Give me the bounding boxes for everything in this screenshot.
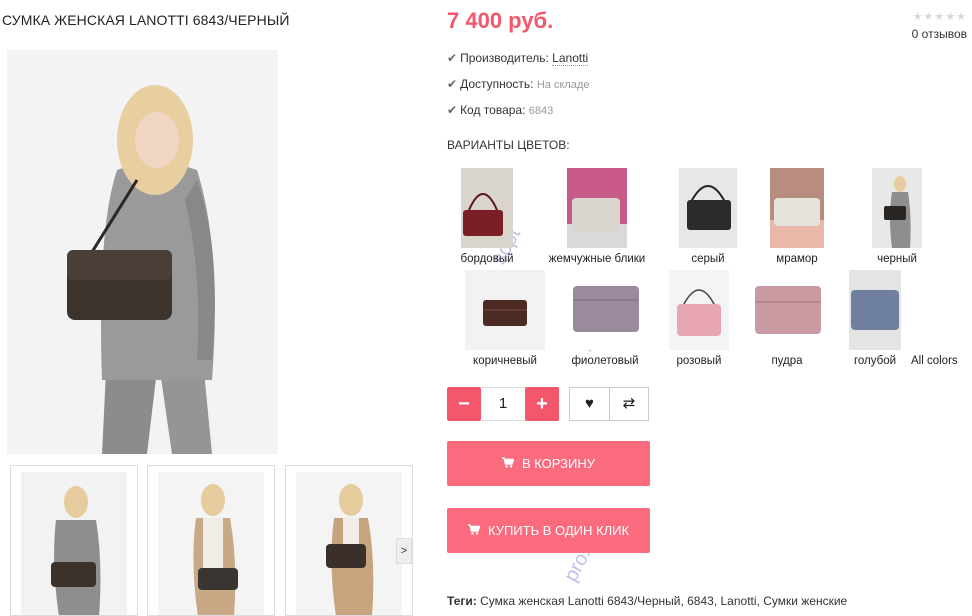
tags-value[interactable]: Сумка женская Lanotti 6843/Черный, 6843,…: [480, 594, 847, 608]
variant-image: [565, 270, 645, 350]
spec-label: Доступность:: [460, 77, 534, 91]
quantity-input[interactable]: 1: [481, 387, 525, 421]
variant-image: [679, 168, 737, 248]
product-price: 7 400 руб.: [447, 8, 554, 33]
main-product-image[interactable]: [7, 50, 278, 454]
thumbnail-carousel: [10, 465, 415, 616]
check-icon: ✔: [447, 51, 458, 65]
all-colors-link[interactable]: All colors: [911, 355, 958, 367]
variant-image: [465, 270, 545, 350]
availability-value: На складе: [536, 79, 590, 91]
manufacturer-link[interactable]: Lanotti: [552, 51, 589, 66]
variant-thumbnail: [461, 168, 513, 248]
thumbnail-2[interactable]: [147, 465, 275, 616]
variant-image: [872, 168, 922, 248]
variant-thumbnail: [770, 168, 824, 248]
quantity-decrease-button[interactable]: −: [447, 387, 481, 421]
check-icon: ✔: [447, 77, 458, 91]
variant-image: [669, 270, 729, 350]
thumbnail-next-button[interactable]: >: [396, 538, 412, 564]
variant-thumbnail: [872, 168, 922, 248]
product-tags: Теги: Сумка женская Lanotti 6843/Черный,…: [447, 594, 847, 608]
variant-label: бордовый: [460, 253, 514, 265]
variant-image: [567, 168, 627, 248]
variant-thumbnail: [567, 168, 627, 248]
variant-thumbnail: [669, 270, 729, 350]
variant-image: [770, 168, 824, 248]
thumbnail-image: [21, 472, 127, 615]
buy-one-click-button[interactable]: КУПИТЬ В ОДИН КЛИК: [447, 508, 650, 553]
thumbnail-image: [296, 472, 402, 615]
thumbnail-1[interactable]: [10, 465, 138, 616]
cart-icon: [467, 509, 481, 554]
variant-label: черный: [877, 253, 917, 265]
color-variant-chernyi[interactable]: черный: [837, 168, 957, 268]
color-variants-heading: ВАРИАНТЫ ЦВЕТОВ:: [447, 138, 570, 152]
add-to-cart-label: В КОРЗИНУ: [521, 456, 596, 471]
spec-label: Производитель:: [460, 51, 549, 65]
spec-code: ✔ Код товара: 6843: [447, 102, 590, 128]
rating-block: ★★★★★ 0 отзывов: [912, 10, 967, 41]
check-icon: ✔: [447, 103, 458, 117]
thumbnail-3[interactable]: [285, 465, 413, 616]
variant-thumbnail: [465, 270, 545, 350]
variant-thumbnail: [849, 270, 901, 350]
buy-one-click-label: КУПИТЬ В ОДИН КЛИК: [487, 523, 630, 538]
quantity-stepper: − 1 +: [447, 387, 559, 421]
variant-image: [461, 168, 513, 248]
color-variant-bordovyi[interactable]: бордовый: [427, 168, 547, 268]
variant-label: жемчужные блики: [548, 253, 646, 265]
product-code-value: 6843: [528, 105, 554, 117]
rating-stars[interactable]: ★★★★★: [912, 10, 967, 23]
variant-thumbnail: [679, 168, 737, 248]
cart-icon: [501, 442, 515, 487]
tags-label: Теги:: [447, 594, 477, 608]
quantity-increase-button[interactable]: +: [525, 387, 559, 421]
color-variant-zhemchuzhnye-bliki[interactable]: жемчужные блики: [537, 168, 657, 268]
spec-label: Код товара:: [460, 103, 526, 117]
spec-availability: ✔ Доступность: На складе: [447, 76, 590, 102]
thumbnail-image: [158, 472, 264, 615]
spec-manufacturer: ✔ Производитель: Lanotti: [447, 50, 590, 76]
product-specs: ✔ Производитель: Lanotti ✔ Доступность: На…: [447, 50, 590, 128]
variant-image: [849, 270, 901, 350]
product-title: СУМКА ЖЕНСКАЯ LANOTTI 6843/ЧЕРНЫЙ: [2, 12, 290, 28]
add-to-cart-button[interactable]: В КОРЗИНУ: [447, 441, 650, 486]
product-actions: ♥ ⇄: [569, 387, 649, 421]
wishlist-heart-icon[interactable]: ♥: [570, 388, 609, 420]
compare-arrows-icon[interactable]: ⇄: [609, 388, 648, 420]
reviews-count-link[interactable]: 0 отзывов: [912, 27, 967, 41]
model-with-bag-illustration: [7, 50, 278, 454]
variant-thumbnail: [565, 270, 645, 350]
